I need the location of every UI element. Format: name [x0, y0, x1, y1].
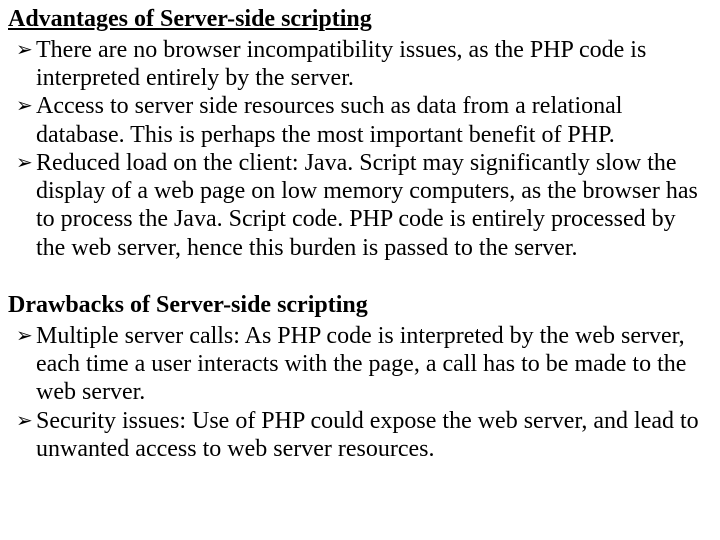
- list-item: There are no browser incompatibility iss…: [8, 36, 708, 93]
- document-page: Advantages of Server-side scripting Ther…: [0, 0, 720, 463]
- section-heading-drawbacks: Drawbacks of Server-side scripting: [8, 292, 708, 320]
- drawbacks-list: Multiple server calls: As PHP code is in…: [8, 322, 708, 464]
- list-item: Security issues: Use of PHP could expose…: [8, 407, 708, 464]
- list-item: Reduced load on the client: Java. Script…: [8, 149, 708, 262]
- list-item: Access to server side resources such as …: [8, 92, 708, 149]
- list-item: Multiple server calls: As PHP code is in…: [8, 322, 708, 407]
- advantages-list: There are no browser incompatibility iss…: [8, 36, 708, 263]
- section-heading-advantages: Advantages of Server-side scripting: [8, 6, 708, 34]
